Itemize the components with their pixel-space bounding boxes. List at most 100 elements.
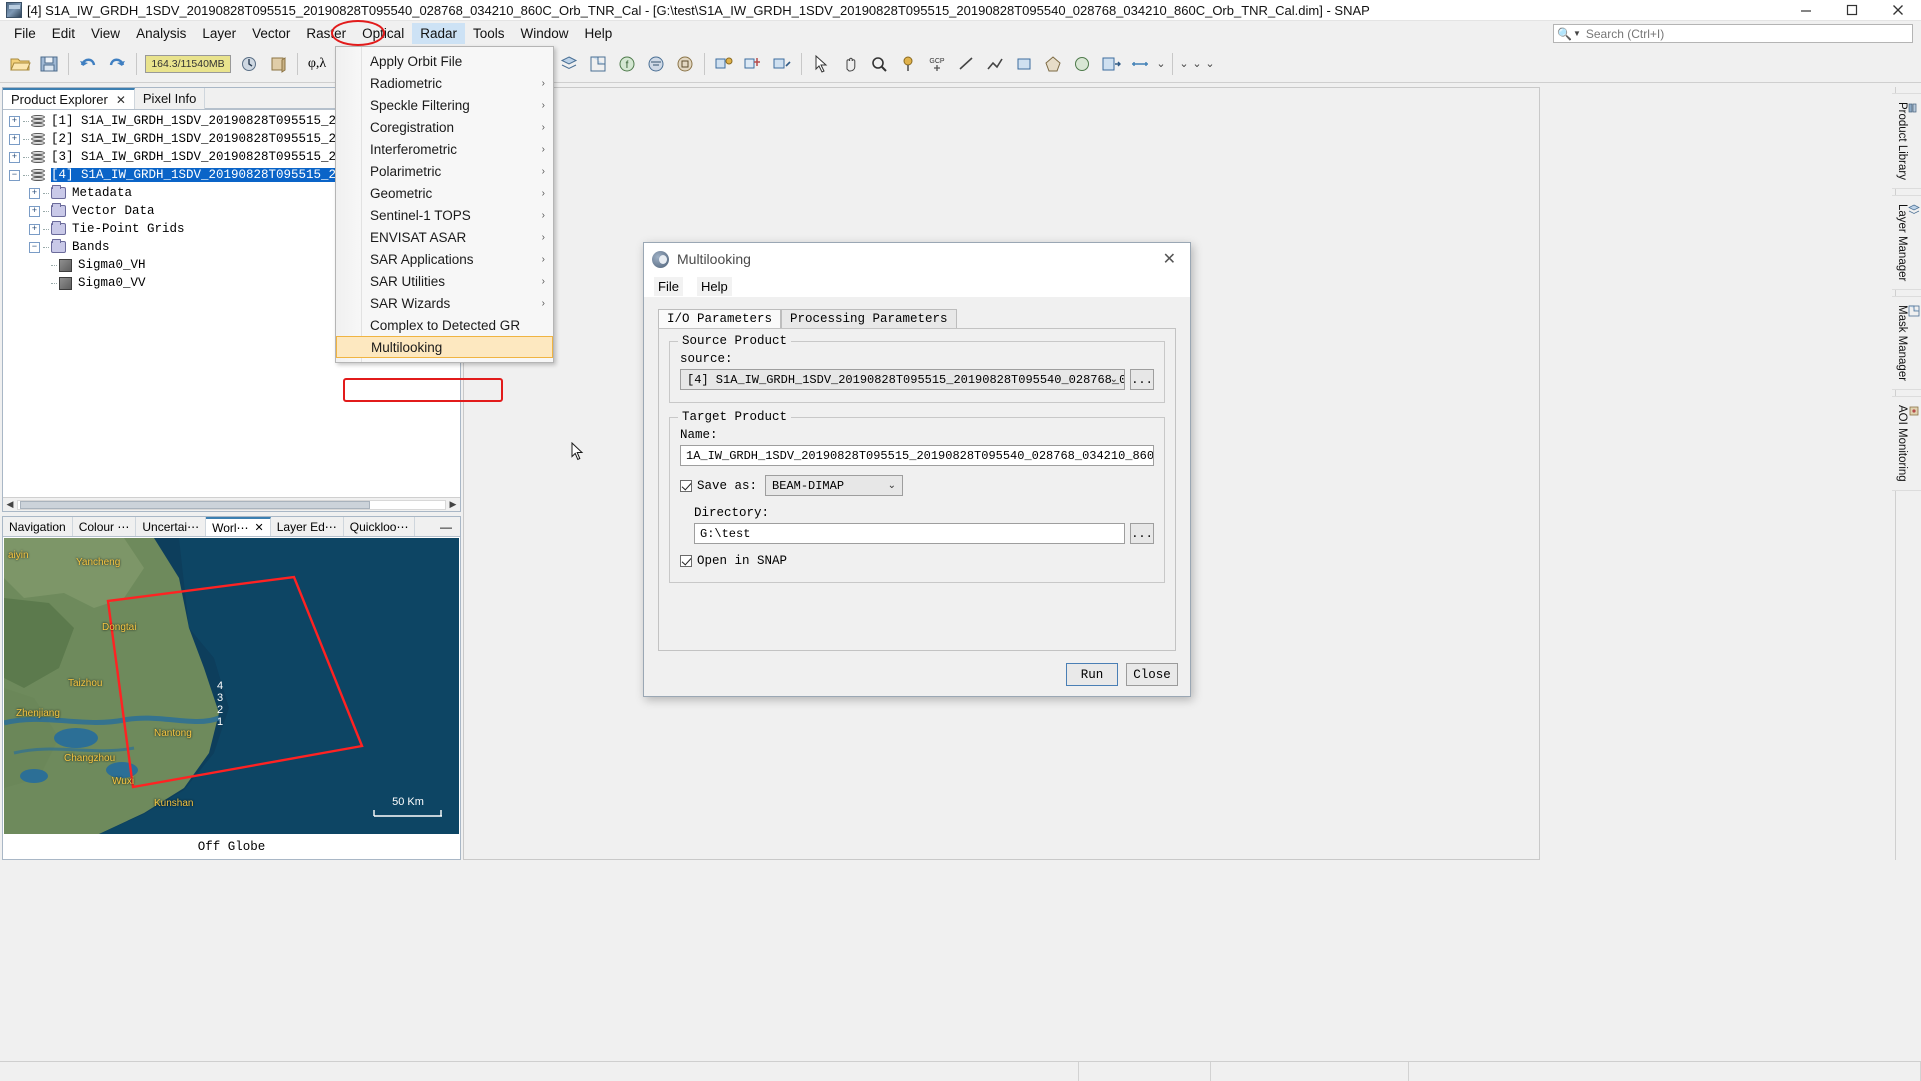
dialog-menu-help[interactable]: Help (696, 276, 732, 296)
toolbar-overflow-1-icon[interactable]: ⌄ (1155, 57, 1167, 70)
expand-icon[interactable]: + (9, 151, 20, 163)
vtab-product-library[interactable]: Product Library (1892, 93, 1921, 189)
zoom-tool-icon[interactable] (865, 50, 893, 78)
directory-browse-button[interactable]: ... (1130, 523, 1154, 544)
menu-file[interactable]: File (6, 23, 44, 44)
rectangle-drawing-icon[interactable] (1010, 50, 1038, 78)
expand-icon[interactable]: + (9, 133, 20, 145)
minimize-button[interactable] (1783, 0, 1829, 21)
expand-icon[interactable]: + (29, 205, 40, 217)
geo-coding-icon[interactable]: φ,λ (303, 50, 331, 78)
polyline-drawing-icon[interactable] (981, 50, 1009, 78)
chevron-down-icon[interactable]: ⌄ (888, 480, 896, 492)
vtab-mask-manager[interactable]: Mask Manager (1892, 296, 1921, 391)
menu-item-multilooking[interactable]: Multilooking (336, 336, 553, 358)
target-name-input[interactable]: 1A_IW_GRDH_1SDV_20190828T095515_20190828… (680, 445, 1154, 466)
pin-manager-icon[interactable] (710, 50, 738, 78)
tab-navigation[interactable]: Navigation (3, 517, 73, 536)
tab-quicklooks[interactable]: Quickloo⋯ (344, 517, 416, 536)
run-button[interactable]: Run (1066, 663, 1118, 686)
tab-io-parameters[interactable]: I/O Parameters (658, 309, 782, 329)
collapse-icon[interactable]: − (9, 169, 20, 181)
menu-optical[interactable]: Optical (354, 23, 412, 44)
menu-window[interactable]: Window (513, 23, 577, 44)
menu-view[interactable]: View (83, 23, 128, 44)
pin-tool-icon[interactable] (894, 50, 922, 78)
redo-icon[interactable] (103, 50, 131, 78)
band-maths-icon[interactable]: f (613, 50, 641, 78)
menu-item-complex-to-detected-gr[interactable]: Complex to Detected GR (336, 314, 553, 336)
line-drawing-icon[interactable] (952, 50, 980, 78)
dialog-menu-file[interactable]: File (654, 276, 683, 296)
menu-item-speckle-filtering[interactable]: Speckle Filtering › (336, 94, 553, 116)
scrollbar-track[interactable] (17, 499, 446, 510)
scroll-left-icon[interactable]: ◀ (3, 499, 17, 510)
expand-icon[interactable]: + (29, 223, 40, 235)
menu-vector[interactable]: Vector (244, 23, 298, 44)
menu-item-radiometric[interactable]: Radiometric › (336, 72, 553, 94)
toolbar-overflow-2-icon[interactable]: ⌄ (1178, 57, 1190, 70)
minimize-panel-button[interactable]: — (432, 517, 460, 536)
menu-item-sar-utilities[interactable]: SAR Utilities › (336, 270, 553, 292)
search-dropdown-icon[interactable]: ▼ (1573, 29, 1581, 38)
menu-item-polarimetric[interactable]: Polarimetric › (336, 160, 553, 182)
menu-item-sar-applications[interactable]: SAR Applications › (336, 248, 553, 270)
gcp-tool-icon[interactable]: GCP (923, 50, 951, 78)
close-icon[interactable]: ✕ (116, 93, 126, 107)
product-library-icon[interactable] (768, 50, 796, 78)
source-product-combobox[interactable]: [4] S1A_IW_GRDH_1SDV_20190828T095515_201… (680, 369, 1125, 390)
menu-edit[interactable]: Edit (44, 23, 83, 44)
menu-radar[interactable]: Radar (412, 22, 465, 44)
close-icon[interactable]: ✕ (255, 521, 264, 534)
expand-icon[interactable]: + (9, 115, 20, 127)
toolbar-overflow-4-icon[interactable]: ⌄ (1204, 57, 1216, 70)
menu-tools[interactable]: Tools (465, 23, 513, 44)
menu-item-sentinel-1-tops[interactable]: Sentinel-1 TOPS › (336, 204, 553, 226)
filtered-band-icon[interactable] (642, 50, 670, 78)
product-tree-horizontal-scrollbar[interactable]: ◀ ▶ (3, 497, 460, 511)
tab-product-explorer[interactable]: Product Explorer ✕ (3, 88, 135, 109)
open-product-icon[interactable] (6, 50, 34, 78)
search-input[interactable]: 🔍 ▼ Search (Ctrl+I) (1553, 24, 1913, 43)
tab-pixel-info[interactable]: Pixel Info (135, 88, 206, 109)
refresh-memory-icon[interactable] (235, 50, 263, 78)
export-icon[interactable] (1097, 50, 1125, 78)
close-button[interactable] (1875, 0, 1921, 21)
ellipse-drawing-icon[interactable] (1068, 50, 1096, 78)
gcp-manager-icon[interactable] (739, 50, 767, 78)
subset-icon[interactable] (671, 50, 699, 78)
dialog-close-action-button[interactable]: Close (1126, 663, 1178, 686)
polygon-drawing-icon[interactable] (1039, 50, 1067, 78)
menu-item-coregistration[interactable]: Coregistration › (336, 116, 553, 138)
world-map-view[interactable]: aiyin Yancheng Dongtai Taizhou Zhenjiang… (4, 538, 459, 834)
scrollbar-thumb[interactable] (20, 500, 370, 509)
tab-processing-parameters[interactable]: Processing Parameters (781, 309, 957, 328)
tab-colour-manipulation[interactable]: Colour ⋯ (73, 517, 137, 536)
layer-manager-icon[interactable] (555, 50, 583, 78)
range-finder-icon[interactable] (1126, 50, 1154, 78)
undo-icon[interactable] (74, 50, 102, 78)
expand-icon[interactable]: + (29, 187, 40, 199)
menu-analysis[interactable]: Analysis (128, 23, 194, 44)
tab-uncertainty[interactable]: Uncertai⋯ (136, 517, 207, 536)
menu-item-geometric[interactable]: Geometric › (336, 182, 553, 204)
vtab-layer-manager[interactable]: Layer Manager (1892, 194, 1921, 291)
mask-manager-icon[interactable] (584, 50, 612, 78)
open-in-snap-checkbox[interactable] (680, 555, 692, 567)
format-combobox[interactable]: BEAM-DIMAP ⌄ (765, 475, 904, 496)
vtab-aoi-monitoring[interactable]: AOI Monitoring (1892, 396, 1921, 492)
tab-layer-editor[interactable]: Layer Ed⋯ (271, 517, 344, 536)
select-tool-icon[interactable] (807, 50, 835, 78)
menu-item-interferometric[interactable]: Interferometric › (336, 138, 553, 160)
menu-layer[interactable]: Layer (194, 23, 244, 44)
scroll-right-icon[interactable]: ▶ (446, 499, 460, 510)
toolbar-overflow-3-icon[interactable]: ⌄ (1191, 57, 1203, 70)
maximize-button[interactable] (1829, 0, 1875, 21)
directory-input[interactable]: G:\test (694, 523, 1125, 544)
menu-raster[interactable]: Raster (298, 23, 354, 44)
clear-cache-icon[interactable] (264, 50, 292, 78)
save-product-icon[interactable] (35, 50, 63, 78)
menu-item-apply-orbit-file[interactable]: Apply Orbit File (336, 50, 553, 72)
tab-world-view[interactable]: Worl⋯ ✕ (206, 517, 271, 536)
chevron-down-icon[interactable]: ⌄ (1110, 374, 1118, 386)
